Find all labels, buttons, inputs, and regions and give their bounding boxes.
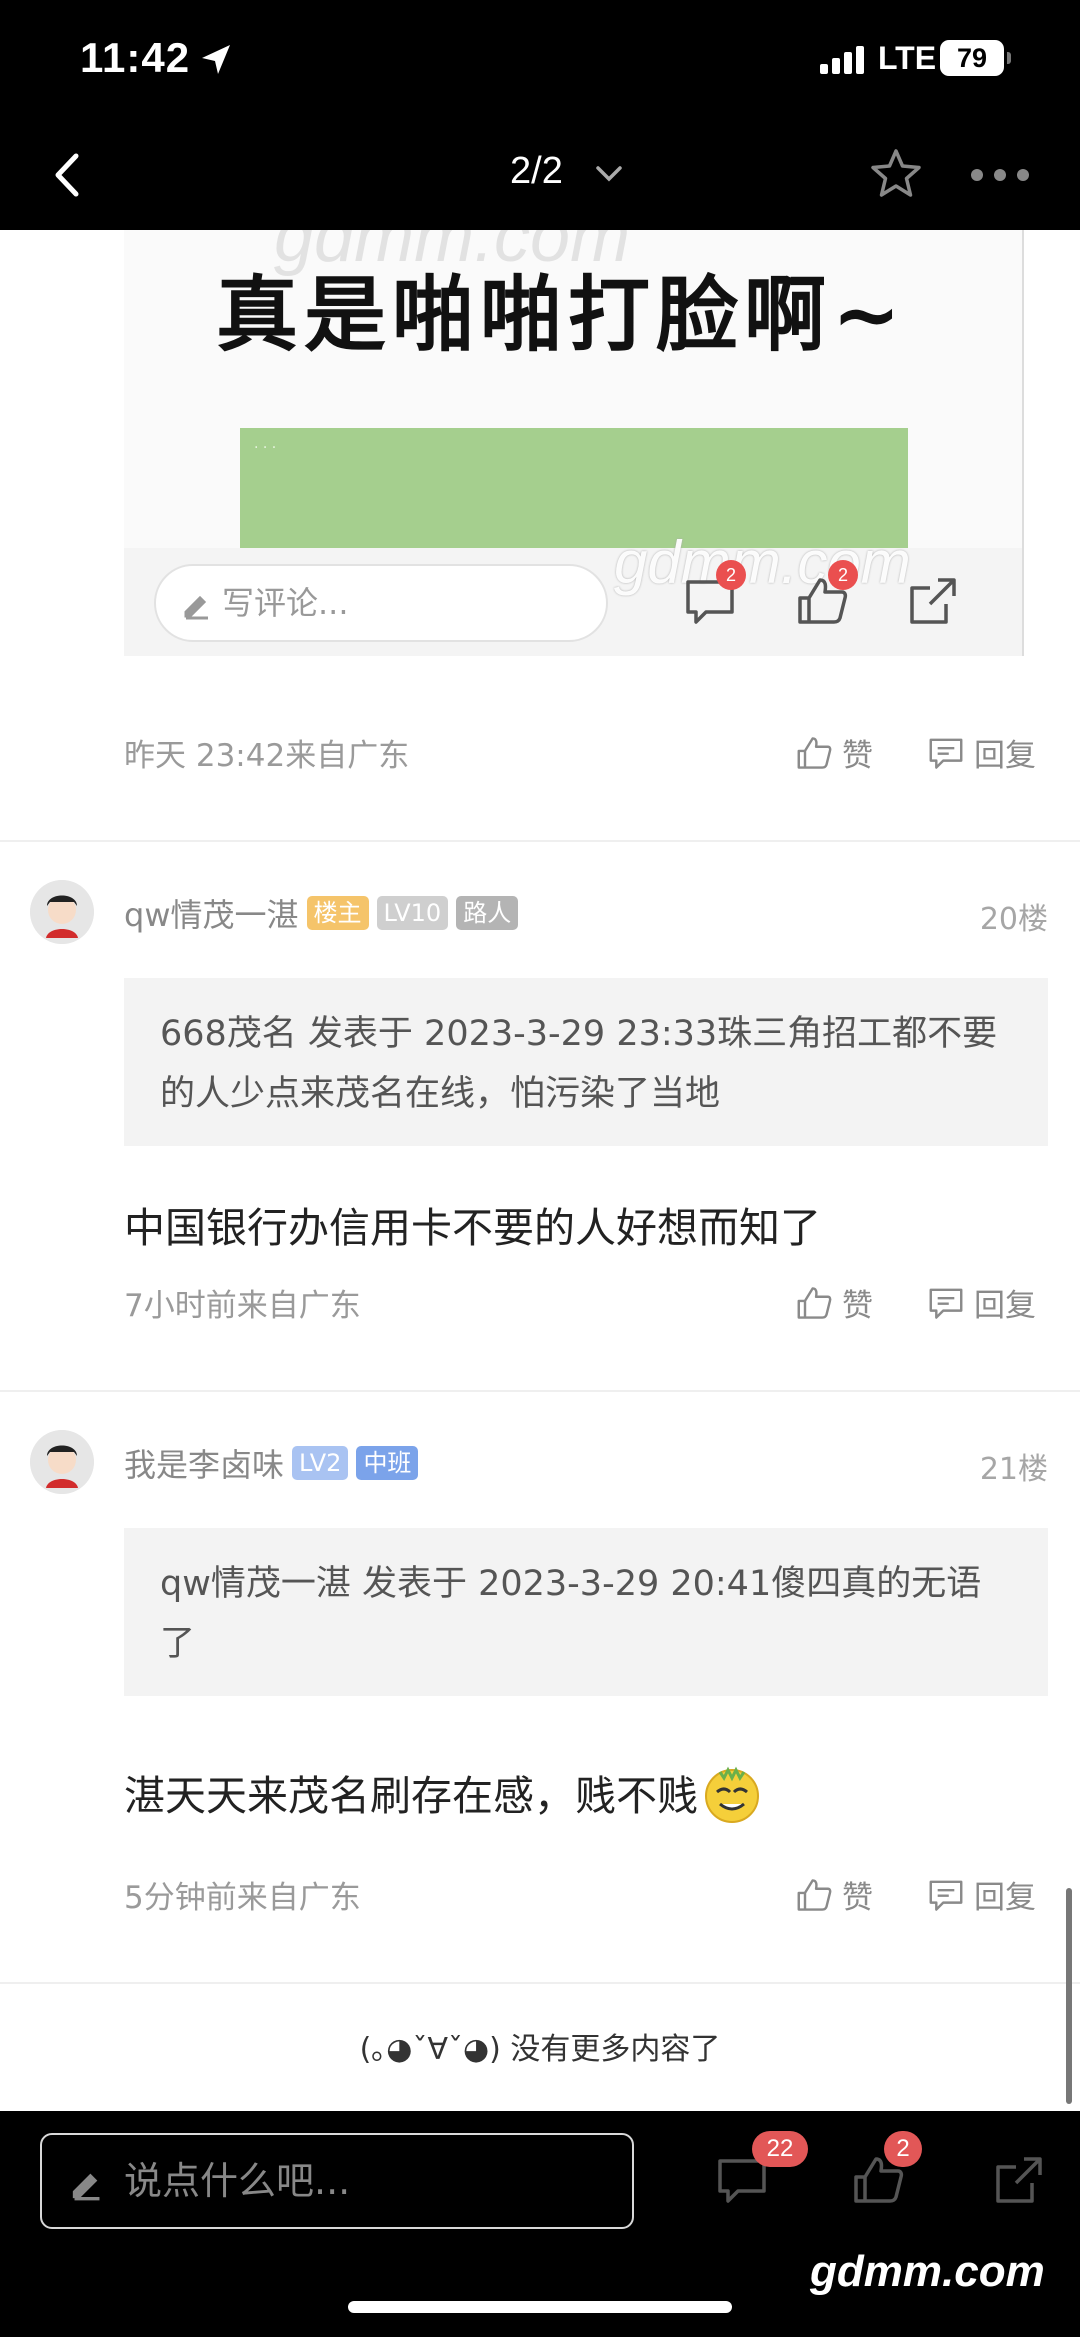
username: qw情茂一湛: [124, 896, 299, 934]
reply-button[interactable]: 回复: [928, 730, 1036, 775]
back-icon[interactable]: [48, 150, 88, 200]
like-button[interactable]: 赞: [796, 1872, 873, 1917]
level-tag: LV2: [292, 1446, 349, 1480]
top-bar: 11:42 LTE 79 2/2: [0, 0, 1080, 230]
like-button[interactable]: 赞: [796, 1280, 873, 1325]
level-tag: LV10: [376, 896, 449, 930]
floor-number: 21楼: [979, 1452, 1048, 1487]
end-of-list-message: (｡◕ˇ∀ˇ◕) 没有更多内容了: [359, 2032, 721, 2067]
reply-icon: [929, 1880, 963, 1911]
battery-tip: [1007, 52, 1011, 64]
reply-button[interactable]: 回复: [928, 1872, 1036, 1917]
divider: [0, 1982, 1080, 1984]
scrollbar[interactable]: [1066, 1888, 1072, 2104]
more-icon[interactable]: [970, 168, 1030, 182]
reply-author[interactable]: 我是李卤味 LV2 中班: [124, 1440, 419, 1486]
thumbs-up-icon: [797, 1878, 832, 1911]
divider: [0, 1390, 1080, 1392]
location-arrow-icon: [202, 45, 230, 74]
image-caption: 真是啪啪打脸啊~: [216, 268, 907, 363]
share-icon: [910, 578, 956, 624]
chevron-down-icon[interactable]: [594, 164, 624, 184]
status-time: 11:42: [80, 34, 191, 81]
like-label: 赞: [842, 1880, 873, 1916]
title-tag: 中班: [356, 1446, 419, 1480]
emoji-icon: [705, 1766, 759, 1823]
reply-label: 回复: [974, 738, 1036, 774]
username: 我是李卤味: [124, 1446, 285, 1484]
avatar[interactable]: [30, 1430, 94, 1494]
star-icon[interactable]: [868, 146, 924, 202]
pencil-icon: [72, 2173, 100, 2201]
like-label: 赞: [842, 738, 873, 774]
floor-number: 20楼: [979, 902, 1048, 937]
image-comment-badge: 2: [716, 560, 746, 590]
reply-icon: [929, 738, 963, 769]
like-button[interactable]: 赞: [796, 730, 873, 775]
reply-text-content: 湛天天来茂名刷存在感，贱不贱: [124, 1772, 698, 1820]
avatar[interactable]: [30, 880, 94, 944]
like-count-badge: 2: [884, 2131, 922, 2167]
bottom-bar: 说点什么吧... 22 2 gdmm.com: [0, 2111, 1080, 2337]
image-comment-input: 写评论...: [154, 564, 608, 642]
reply-button[interactable]: 回复: [928, 1280, 1036, 1325]
reply-label: 回复: [974, 1880, 1036, 1916]
share-icon[interactable]: [994, 2155, 1044, 2205]
image-comment-placeholder: 写评论...: [222, 584, 349, 622]
reply-author[interactable]: qw情茂一湛 楼主 LV10 路人: [124, 890, 519, 936]
quoted-reply[interactable]: qw情茂一湛 发表于 2023-3-29 20:41傻四真的无语了: [124, 1528, 1048, 1696]
reply-text: 湛天天来茂名刷存在感，贱不贱: [124, 1760, 764, 1824]
pencil-icon: [184, 595, 208, 620]
thumbs-up-icon: [797, 736, 832, 769]
like-label: 赞: [842, 1288, 873, 1324]
reply-time: 5分钟前来自广东: [124, 1880, 361, 1916]
quoted-reply[interactable]: 668茂名 发表于 2023-3-29 23:33珠三角招工都不要的人少点来茂名…: [124, 978, 1048, 1146]
image-like-badge: 2: [828, 560, 858, 590]
network-type: LTE: [878, 40, 937, 76]
reply-label: 回复: [974, 1288, 1036, 1324]
page-indicator[interactable]: 2/2: [510, 150, 563, 193]
post-time: 昨天 23:42来自广东: [124, 738, 410, 774]
comment-input[interactable]: 说点什么吧...: [40, 2133, 634, 2229]
owner-tag: 楼主: [306, 896, 369, 930]
comment-input-placeholder: 说点什么吧...: [124, 2159, 351, 2203]
reply-text: 中国银行办信用卡不要的人好想而知了: [124, 1204, 821, 1252]
comment-count-badge: 22: [752, 2131, 808, 2167]
image-green-text: · · ·: [254, 440, 277, 456]
divider: [0, 840, 1080, 842]
battery-icon: 79: [940, 40, 1004, 76]
image-comment-bar: 写评论... gdmm.com 2 2: [124, 529, 1022, 656]
signal-icon: [820, 46, 864, 74]
reply-icon: [929, 1288, 963, 1319]
watermark: gdmm.com: [810, 2247, 1045, 2296]
home-indicator[interactable]: [348, 2301, 732, 2313]
image-watermark: gdmm.com: [614, 529, 911, 596]
reply-time: 7小时前来自广东: [124, 1288, 361, 1324]
title-tag: 路人: [456, 896, 519, 930]
thumbs-up-icon: [797, 1286, 832, 1319]
post-image[interactable]: gdmm.com 真是啪啪打脸啊~ · · · 写评论... gdmm.com …: [124, 230, 1024, 656]
